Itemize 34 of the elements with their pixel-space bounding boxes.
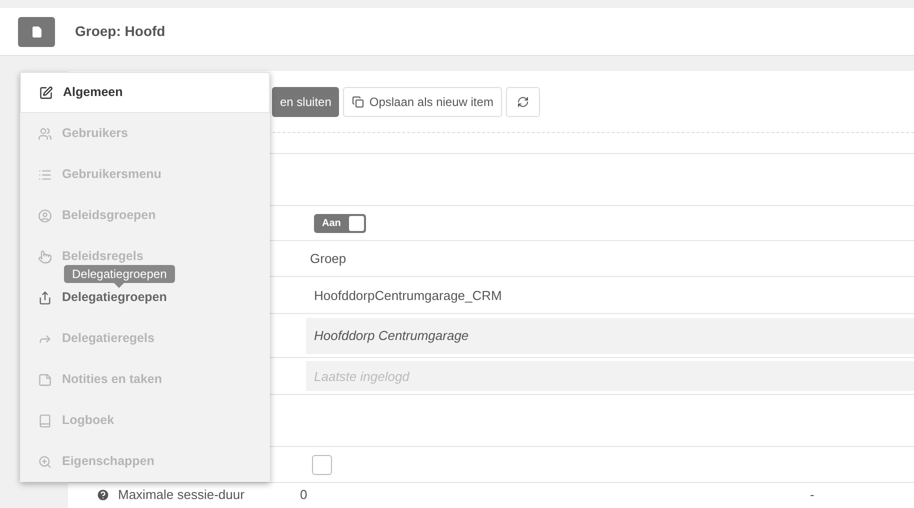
menu-item[interactable]: Gebruikers xyxy=(20,113,270,154)
share-icon xyxy=(38,290,52,304)
zoom-in-icon xyxy=(38,454,52,468)
save-close-button[interactable]: en sluiten xyxy=(272,86,340,116)
tooltip-pointer-icon xyxy=(114,283,124,288)
hand-icon xyxy=(38,250,52,264)
page-title: Groep: Hoofd xyxy=(75,22,166,41)
menu-item[interactable]: Delegatieregels xyxy=(20,318,270,359)
menu-item[interactable]: Eigenschappen xyxy=(20,441,270,482)
type-value: Groep xyxy=(310,250,346,268)
note-icon xyxy=(38,372,52,386)
toggle-switch[interactable]: Aan xyxy=(314,214,366,232)
refresh-button[interactable] xyxy=(506,86,540,116)
menu-item[interactable]: Beleidsgroepen xyxy=(20,195,270,236)
edit-icon xyxy=(39,86,53,100)
menu-item[interactable]: Notities en taken xyxy=(20,359,270,400)
checkbox[interactable] xyxy=(312,454,332,474)
document-icon xyxy=(30,26,42,38)
refresh-icon xyxy=(517,96,530,108)
menu-item[interactable]: Logboek xyxy=(20,400,270,441)
menu-item[interactable]: Gebruikersmenu xyxy=(20,154,270,195)
document-button[interactable] xyxy=(18,16,55,46)
field-extra: - xyxy=(810,486,814,504)
help-icon[interactable] xyxy=(96,488,110,502)
save-as-new-button[interactable]: Opslaan als nieuw item xyxy=(343,86,502,116)
person-circle-icon xyxy=(38,208,52,222)
field-label: Maximale sessie-duur xyxy=(118,486,246,504)
readonly-field: Hoofddorp Centrumgarage xyxy=(306,318,914,354)
menu-item[interactable]: Algemeen xyxy=(20,72,270,113)
users-icon xyxy=(38,126,52,140)
book-icon xyxy=(38,414,52,428)
copy-icon xyxy=(352,96,364,108)
list-icon xyxy=(38,168,52,182)
field-value: 0 xyxy=(300,486,308,504)
